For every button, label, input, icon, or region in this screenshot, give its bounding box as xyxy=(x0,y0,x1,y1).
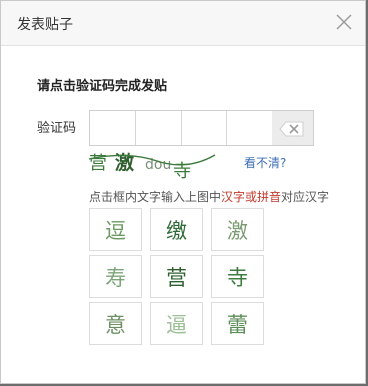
char-cell[interactable]: 逼 xyxy=(150,302,203,345)
char-cell[interactable]: 蕾 xyxy=(211,302,264,345)
hint-prefix: 点击框内文字输入上图中 xyxy=(89,190,222,204)
char-grid: 逗 缴 激 寿 营 寺 意 逼 蕾 xyxy=(89,208,269,345)
backspace-icon xyxy=(279,121,304,137)
captcha-input-slot[interactable] xyxy=(90,111,136,145)
clear-input-button[interactable] xyxy=(272,110,314,146)
hint-emphasis: 汉字或拼音 xyxy=(221,190,282,204)
close-icon[interactable] xyxy=(335,13,353,31)
captcha-code-label: 验证码 xyxy=(37,121,77,136)
post-dialog: 发表贴子 请点击验证码完成发贴 验证码 营 激 dou 寺 看不清? 点击框内文… xyxy=(0,0,366,384)
captcha-char: dou xyxy=(145,157,171,173)
char-cell[interactable]: 逗 xyxy=(89,208,142,251)
char-cell[interactable]: 意 xyxy=(89,302,142,345)
refresh-captcha-link[interactable]: 看不清? xyxy=(244,154,286,171)
char-cell[interactable]: 缴 xyxy=(150,208,203,251)
dialog-titlebar: 发表贴子 xyxy=(1,1,365,46)
captcha-char: 激 xyxy=(115,151,134,174)
captcha-input-slot[interactable] xyxy=(136,111,182,145)
instruction-heading: 请点击验证码完成发贴 xyxy=(37,79,168,94)
captcha-input-boxes[interactable] xyxy=(89,110,273,146)
captcha-input-slot[interactable] xyxy=(227,111,272,145)
char-cell[interactable]: 寺 xyxy=(211,255,264,298)
captcha-input-slot[interactable] xyxy=(182,111,228,145)
char-cell[interactable]: 营 xyxy=(150,255,203,298)
captcha-hint: 点击框内文字输入上图中汉字或拼音对应汉字 xyxy=(89,188,329,205)
captcha-image: 营 激 dou 寺 xyxy=(87,147,217,183)
char-cell[interactable]: 寿 xyxy=(89,255,142,298)
hint-suffix: 对应汉字 xyxy=(281,190,330,204)
dialog-title: 发表贴子 xyxy=(17,17,73,33)
char-cell[interactable]: 激 xyxy=(211,208,264,251)
